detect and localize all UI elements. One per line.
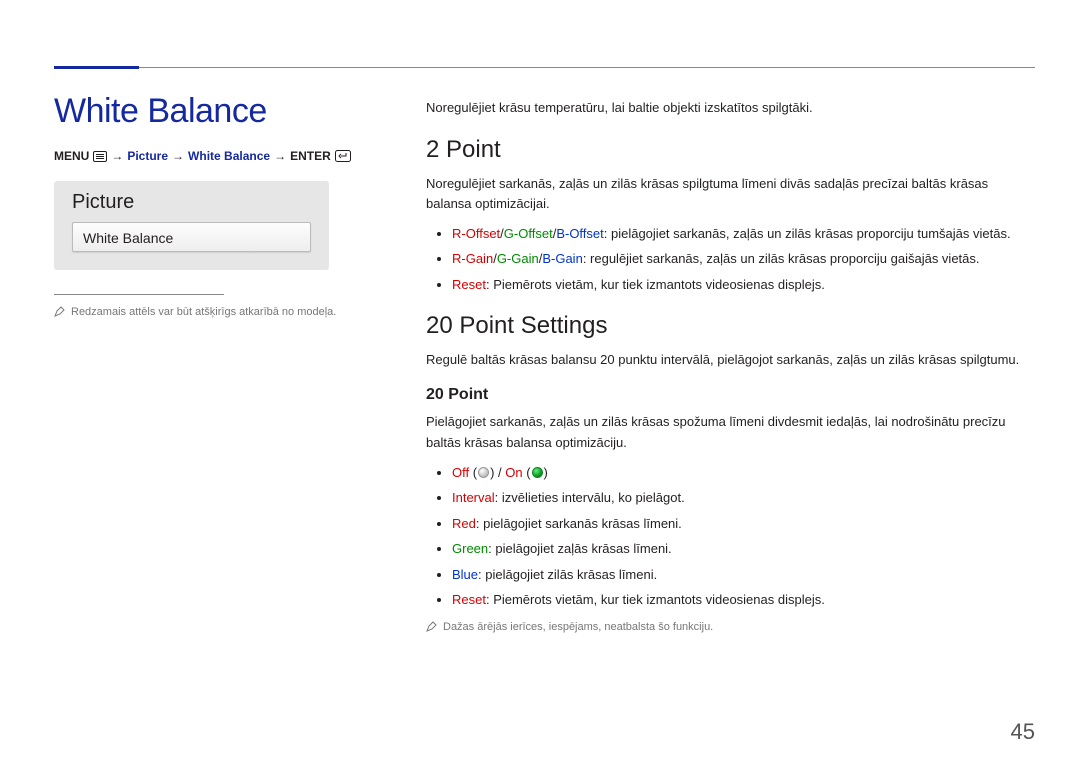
left-column: White Balance MENU → Picture → White Bal… bbox=[54, 92, 384, 733]
list-item: R-Gain/G-Gain/B-Gain: regulējiet sarkanā… bbox=[452, 249, 1035, 269]
two-point-heading: 2 Point bbox=[426, 136, 1035, 164]
label-g-offset: G-Offset bbox=[504, 226, 553, 241]
picture-panel-title: Picture bbox=[72, 191, 311, 214]
breadcrumb-enter: ENTER bbox=[290, 149, 331, 163]
label-interval: Interval bbox=[452, 490, 495, 505]
reset-desc: : Piemērots vietām, kur tiek izmantots v… bbox=[486, 277, 825, 292]
breadcrumb: MENU → Picture → White Balance → ENTER bbox=[54, 149, 384, 163]
breadcrumb-sep: → bbox=[172, 149, 184, 163]
short-rule bbox=[54, 294, 224, 295]
label-b-gain: B-Gain bbox=[542, 251, 582, 266]
top-rule bbox=[54, 67, 1035, 68]
label-r-offset: R-Offset bbox=[452, 226, 500, 241]
left-note: Redzamais attēls var būt atšķirīgs atkar… bbox=[54, 305, 384, 320]
list-item: Red: pielāgojiet sarkanās krāsas līmeni. bbox=[452, 514, 1035, 534]
gain-desc: : regulējiet sarkanās, zaļās un zilās kr… bbox=[583, 251, 980, 266]
twenty-point-heading: 20 Point Settings bbox=[426, 312, 1035, 340]
pen-icon bbox=[54, 305, 65, 317]
twenty-point-list: Off () / On () Interval: izvēlieties int… bbox=[426, 463, 1035, 610]
twenty-point-body: Regulē baltās krāsas balansu 20 punktu i… bbox=[426, 350, 1035, 370]
green-desc: : pielāgojiet zaļās krāsas līmeni. bbox=[488, 541, 672, 556]
enter-icon bbox=[335, 150, 351, 162]
label-green: Green bbox=[452, 541, 488, 556]
breadcrumb-menu: MENU bbox=[54, 149, 89, 163]
list-item: Blue: pielāgojiet zilās krāsas līmeni. bbox=[452, 565, 1035, 585]
list-item: Interval: izvēlieties intervālu, ko piel… bbox=[452, 488, 1035, 508]
two-point-body: Noregulējiet sarkanās, zaļās un zilās kr… bbox=[426, 174, 1035, 214]
two-point-list: R-Offset/G-Offset/B-Offset: pielāgojiet … bbox=[426, 224, 1035, 295]
list-item: Reset: Piemērots vietām, kur tiek izmant… bbox=[452, 275, 1035, 295]
list-item: Green: pielāgojiet zaļās krāsas līmeni. bbox=[452, 539, 1035, 559]
label-red: Red bbox=[452, 516, 476, 531]
list-item: Reset: Piemērots vietām, kur tiek izmant… bbox=[452, 590, 1035, 610]
reset-20-desc: : Piemērots vietām, kur tiek izmantots v… bbox=[486, 592, 825, 607]
breadcrumb-picture: Picture bbox=[127, 149, 168, 163]
list-item: R-Offset/G-Offset/B-Offset: pielāgojiet … bbox=[452, 224, 1035, 244]
twenty-point-note: Dažas ārējās ierīces, iespējams, neatbal… bbox=[426, 620, 1035, 635]
swatch-on-icon bbox=[532, 467, 543, 478]
list-item: Off () / On () bbox=[452, 463, 1035, 483]
top-rule-accent bbox=[54, 66, 139, 69]
twenty-point-note-text: Dažas ārējās ierīces, iespējams, neatbal… bbox=[443, 620, 713, 635]
offset-desc: : pielāgojiet sarkanās, zaļās un zilās k… bbox=[604, 226, 1011, 241]
right-column: Noregulējiet krāsu temperatūru, lai balt… bbox=[426, 92, 1035, 733]
twenty-point-subbody: Pielāgojiet sarkanās, zaļās un zilās krā… bbox=[426, 412, 1035, 452]
label-blue: Blue bbox=[452, 567, 478, 582]
page-number: 45 bbox=[1011, 719, 1035, 745]
twenty-point-subheading: 20 Point bbox=[426, 386, 1035, 404]
interval-desc: : izvēlieties intervālu, ko pielāgot. bbox=[495, 490, 685, 505]
picture-panel: Picture White Balance bbox=[54, 181, 329, 270]
menu-icon bbox=[93, 151, 107, 162]
intro-text: Noregulējiet krāsu temperatūru, lai balt… bbox=[426, 98, 1035, 118]
label-b-offset: B-Offset bbox=[556, 226, 603, 241]
pen-icon bbox=[426, 620, 437, 632]
red-desc: : pielāgojiet sarkanās krāsas līmeni. bbox=[476, 516, 682, 531]
label-off: Off bbox=[452, 465, 469, 480]
blue-desc: : pielāgojiet zilās krāsas līmeni. bbox=[478, 567, 657, 582]
breadcrumb-white-balance: White Balance bbox=[188, 149, 270, 163]
label-on: On bbox=[505, 465, 522, 480]
label-r-gain: R-Gain bbox=[452, 251, 493, 266]
label-reset-20: Reset bbox=[452, 592, 486, 607]
white-balance-item[interactable]: White Balance bbox=[72, 222, 311, 252]
swatch-off-icon bbox=[478, 467, 489, 478]
breadcrumb-sep: → bbox=[274, 149, 286, 163]
page-title: White Balance bbox=[54, 92, 384, 131]
label-g-gain: G-Gain bbox=[497, 251, 539, 266]
breadcrumb-sep: → bbox=[111, 149, 123, 163]
left-note-text: Redzamais attēls var būt atšķirīgs atkar… bbox=[71, 305, 336, 320]
page-content: White Balance MENU → Picture → White Bal… bbox=[54, 92, 1035, 733]
label-reset: Reset bbox=[452, 277, 486, 292]
